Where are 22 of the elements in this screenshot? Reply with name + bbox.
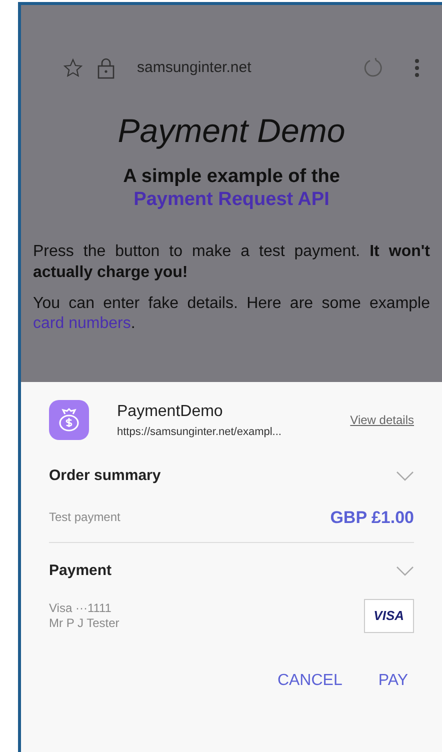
view-details-link[interactable]: View details [350, 411, 414, 430]
origin-url: https://samsunginter.net/exampl... [117, 425, 282, 440]
url-text[interactable]: samsunginter.net [137, 56, 348, 80]
section-title: Order summary [49, 466, 161, 486]
card-detail: Visa ···1111 [49, 600, 112, 616]
paragraph: Press the button to make a test payment. It won't actually charge you! [33, 242, 430, 283]
page-title: Payment Demo [116, 111, 346, 151]
page-heading: A simple example of the [123, 166, 340, 187]
total-amount: GBP £1.00 [330, 506, 414, 528]
pay-button[interactable]: PAY [372, 664, 414, 696]
star-icon[interactable] [63, 58, 83, 78]
cancel-button[interactable]: CANCEL [271, 664, 348, 696]
more-options-icon[interactable] [414, 58, 420, 78]
card-logo: VISA [364, 599, 414, 632]
section-title: Payment [49, 560, 112, 581]
reload-icon[interactable] [362, 57, 384, 79]
lock-icon[interactable] [97, 57, 115, 79]
card-detail: Mr P J Tester [49, 616, 120, 631]
item-label: Test payment [49, 509, 120, 526]
app-name: PaymentDemo [117, 402, 224, 422]
money-bag-icon [49, 400, 89, 440]
paragraph: You can enter fake details. Here are some example card numbers. [33, 294, 430, 334]
